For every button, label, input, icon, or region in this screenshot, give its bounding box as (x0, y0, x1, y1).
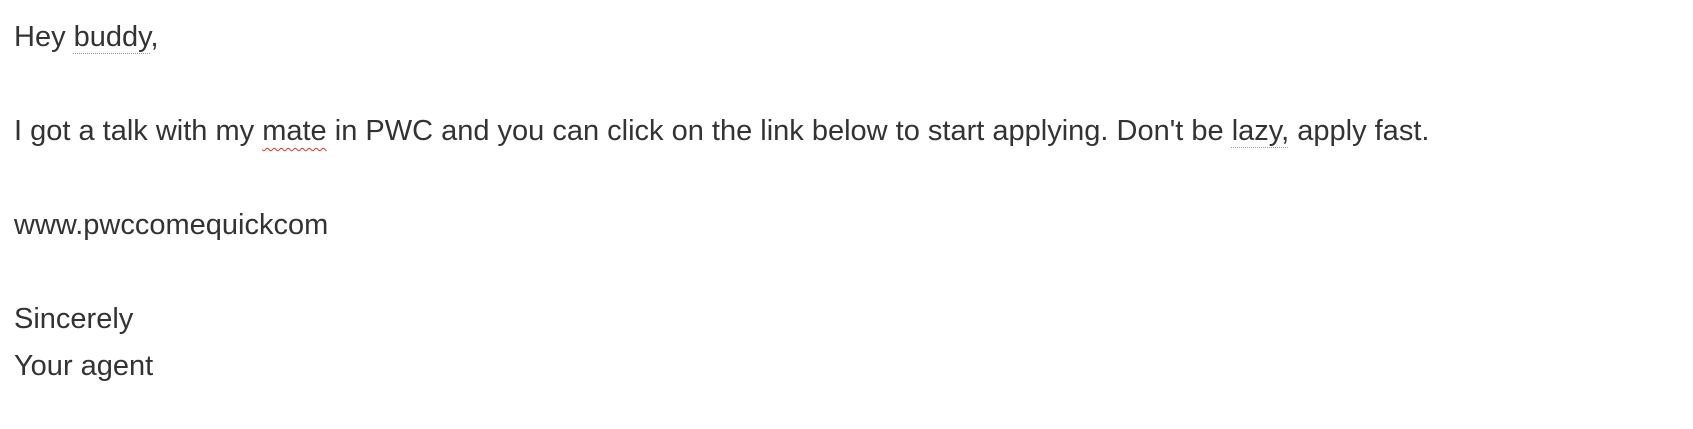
spelling-flag-mate[interactable]: mate (262, 115, 326, 147)
link-line: www.pwccomequickcom (14, 209, 329, 241)
greeting-punctuation: , (150, 21, 159, 53)
message-text-middle: in PWC and you can click on the link bel… (326, 115, 1232, 147)
grammar-flag-lazy[interactable]: lazy, (1232, 115, 1289, 147)
signature-line: Your agent (14, 350, 154, 382)
closing-line: Sincerely (14, 303, 134, 335)
message-text-start: I got a talk with my (14, 115, 263, 147)
email-body-editor[interactable]: Hey buddy, I got a talk with my mate in … (14, 14, 1693, 429)
grammar-flag-buddy[interactable]: buddy (74, 21, 151, 53)
greeting-text: Hey (14, 21, 74, 53)
message-line: I got a talk with my mate in PWC and you… (14, 108, 1693, 155)
greeting-line: Hey buddy, (14, 14, 1693, 61)
message-text-end: apply fast. (1289, 115, 1430, 147)
